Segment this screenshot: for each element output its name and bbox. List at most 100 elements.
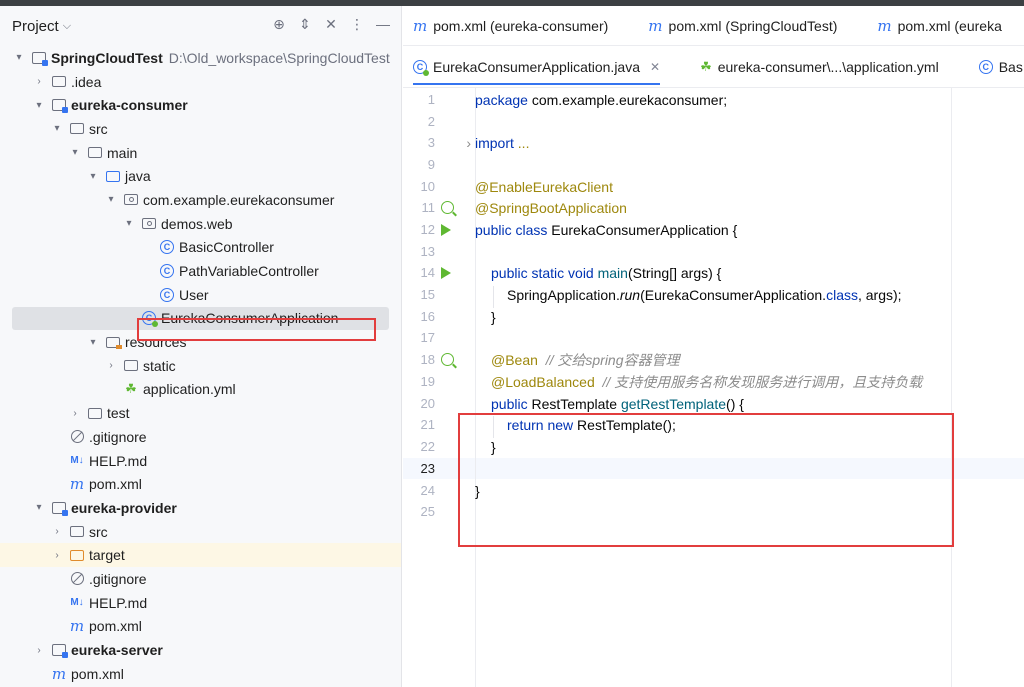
tree-item-label: .gitignore	[89, 570, 147, 587]
tree-item-label: test	[107, 405, 130, 422]
hide-panel-icon[interactable]: —	[375, 16, 391, 33]
code-keyword: public static void	[491, 264, 594, 281]
code-annotation: @SpringBootApplication	[475, 199, 627, 216]
tree-item[interactable]: › .idea	[0, 70, 401, 94]
run-icon[interactable]	[441, 266, 451, 279]
tree-item[interactable]: m pom.xml	[0, 615, 401, 639]
code-text: () {	[726, 395, 744, 412]
tree-item-label: static	[143, 357, 176, 374]
tree-item[interactable]: › src	[0, 520, 401, 544]
tree-item-label: User	[179, 286, 209, 303]
tree-item-label: HELP.md	[89, 452, 148, 469]
chevron-right-icon[interactable]: ›	[32, 76, 46, 87]
code-line: 3 › import ...	[403, 132, 1024, 154]
tree-item-label: src	[89, 120, 108, 137]
tree-item[interactable]: ▾ com.example.eurekaconsumer	[0, 188, 401, 212]
code-comment: // 支持使用服务名称发现服务进行调用，且支持负载	[602, 373, 923, 390]
tree-item-label: target	[89, 547, 125, 564]
chevron-right-icon[interactable]: ›	[104, 360, 118, 371]
collapse-all-icon[interactable]: ✕	[323, 16, 339, 33]
tree-item[interactable]: C PathVariableController	[0, 259, 401, 283]
tree-item[interactable]: M↓ HELP.md	[0, 449, 401, 473]
chevron-down-icon[interactable]: ▾	[104, 194, 118, 205]
tree-item-label: .gitignore	[89, 428, 147, 445]
tree-item-label: pom.xml	[89, 476, 142, 493]
fold-expand-icon[interactable]: ›	[466, 135, 471, 151]
tab-label: Bas	[998, 58, 1023, 75]
tree-item[interactable]: ▾ src	[0, 117, 401, 141]
code-keyword: class	[826, 286, 858, 303]
more-options-icon[interactable]: ⋮	[349, 16, 365, 33]
tree-item[interactable]: M↓ HELP.md	[0, 591, 401, 615]
project-panel-title[interactable]: Project	[12, 18, 59, 35]
line-number: 22	[420, 439, 435, 455]
chevron-right-icon[interactable]: ›	[68, 408, 82, 419]
expand-all-icon[interactable]: ⇕	[297, 16, 313, 33]
chevron-down-icon[interactable]: ▾	[32, 100, 46, 111]
close-icon[interactable]: ✕	[650, 60, 660, 74]
code-folded[interactable]: ...	[514, 135, 530, 151]
tree-item[interactable]: › test	[0, 401, 401, 425]
chevron-right-icon[interactable]: ›	[50, 550, 64, 561]
code-comment: // 交给spring容器管理	[545, 351, 680, 368]
chevron-down-icon[interactable]: ▾	[122, 218, 136, 229]
code-text: (EurekaConsumerApplication.	[640, 286, 827, 303]
code-line: 9	[403, 154, 1024, 176]
tree-item[interactable]: C User	[0, 283, 401, 307]
folder-icon	[88, 407, 102, 419]
tree-item[interactable]: ☘ application.yml	[0, 378, 401, 402]
tree-item[interactable]: C BasicController	[0, 236, 401, 260]
maven-icon: m	[877, 16, 892, 35]
tree-item[interactable]: ▾ eureka-provider	[0, 496, 401, 520]
tree-item-label: eureka-provider	[71, 499, 177, 516]
chevron-down-icon[interactable]: ▾	[32, 502, 46, 513]
tree-item[interactable]: ▾ eureka-consumer	[0, 93, 401, 117]
tab-pom-eureka[interactable]: m pom.xml (eureka	[877, 17, 1002, 35]
spring-bean-icon[interactable]	[441, 353, 454, 367]
chevron-down-icon[interactable]: ▾	[68, 147, 82, 158]
folder-icon	[70, 526, 84, 538]
tree-item[interactable]: .gitignore	[0, 425, 401, 449]
chevron-down-icon[interactable]: ▾	[86, 171, 100, 182]
chevron-right-icon[interactable]: ›	[50, 526, 64, 537]
line-number: 9	[427, 157, 435, 173]
chevron-right-icon[interactable]: ›	[32, 645, 46, 656]
line-number: 18	[420, 352, 435, 368]
locate-icon[interactable]: ⊕	[271, 16, 287, 33]
tab-pom-springcloudtest[interactable]: m pom.xml (SpringCloudTest)	[648, 17, 837, 35]
spring-bean-icon[interactable]	[441, 201, 454, 215]
chevron-down-icon[interactable]: ▾	[12, 52, 26, 63]
tab-label: EurekaConsumerApplication.java	[433, 58, 640, 75]
chevron-down-icon[interactable]: ▾	[86, 337, 100, 348]
tree-item[interactable]: .gitignore	[0, 567, 401, 591]
tab-pom-eureka-consumer[interactable]: m pom.xml (eureka-consumer)	[413, 17, 608, 35]
code-method: getRestTemplate	[620, 395, 727, 412]
tree-item[interactable]: ▾ java	[0, 164, 401, 188]
tree-item[interactable]: › static	[0, 354, 401, 378]
code-line: 16 }	[403, 306, 1024, 328]
folder-icon	[88, 147, 102, 159]
line-number: 23	[420, 461, 435, 477]
tab-application-yml[interactable]: ☘ eureka-consumer\...\application.yml	[700, 59, 939, 75]
tree-item[interactable]: m pom.xml	[0, 472, 401, 496]
line-number: 13	[420, 244, 435, 260]
class-icon: C	[160, 240, 174, 255]
tree-item[interactable]: › target	[0, 543, 401, 568]
tree-item[interactable]: ▾ demos.web	[0, 212, 401, 236]
line-number: 15	[420, 287, 435, 303]
tab-eureka-consumer-application[interactable]: C EurekaConsumerApplication.java ✕	[413, 58, 661, 85]
tree-item-label: pom.xml	[89, 618, 142, 635]
tree-item[interactable]: m pom.xml	[0, 662, 401, 686]
tree-item[interactable]: › eureka-server	[0, 638, 401, 662]
chevron-down-icon[interactable]: ▾	[50, 123, 64, 134]
maven-icon: m	[69, 617, 85, 636]
tab-basic[interactable]: C Bas	[978, 58, 1023, 75]
code-keyword: import	[475, 134, 514, 151]
folder-icon	[106, 170, 120, 182]
code-editor[interactable]: 1 package com.example.eurekaconsumer; 2 …	[403, 88, 1024, 687]
run-icon[interactable]	[441, 223, 451, 236]
tree-item[interactable]: ▾ SpringCloudTest D:\Old_workspace\Sprin…	[0, 46, 401, 70]
tree-item[interactable]: ▾ main	[0, 141, 401, 165]
chevron-down-icon[interactable]: ⌵	[63, 20, 71, 33]
maven-icon: m	[413, 16, 428, 35]
